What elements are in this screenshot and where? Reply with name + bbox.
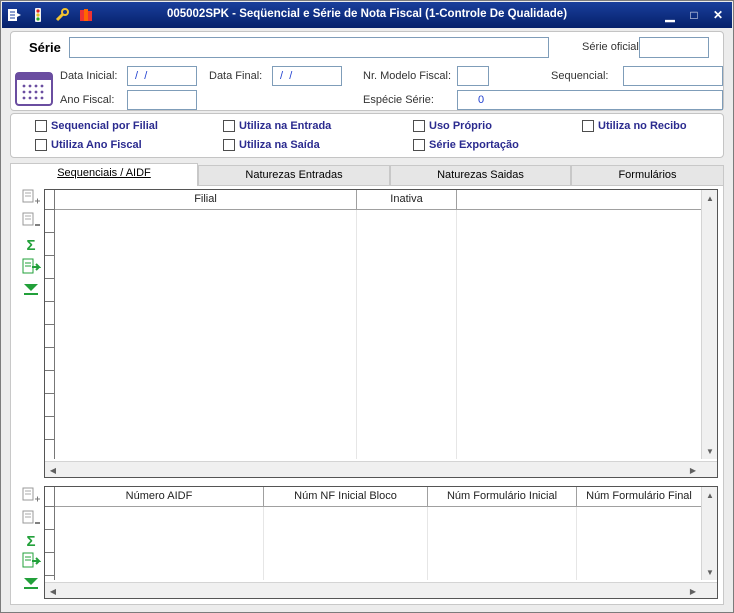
add-row-icon[interactable] [21,486,41,504]
nr-modelo-input[interactable] [457,66,489,86]
utiliza-no-recibo-label: Utiliza no Recibo [598,120,687,132]
column-header-formulario-final[interactable]: Núm Formulário Final [577,487,701,507]
scroll-down-icon[interactable]: ▼ [702,564,718,580]
minimize-icon[interactable]: ▁ [662,8,678,22]
checkbox-box[interactable] [35,120,47,132]
serie-exportacao-checkbox[interactable]: Série Exportação [413,139,519,151]
grid-aidf: Número AIDF Núm NF Inicial Bloco Núm For… [44,486,718,599]
vertical-scrollbar[interactable]: ▲ ▼ [701,487,717,580]
main-window: 005002SPK - Seqüencial e Série de Nota F… [0,0,734,613]
row-indicator-column [45,487,55,580]
tab-bar: Sequenciais / AIDF Naturezas Entradas Na… [10,163,724,186]
column-header-inativa[interactable]: Inativa [357,190,457,210]
checkbox-box[interactable] [35,139,47,151]
ano-fiscal-label: Ano Fiscal: [60,94,115,106]
column-header-filial[interactable]: Filial [55,190,357,210]
sequencial-input[interactable] [623,66,723,86]
grid-filial: Filial Inativa ▲ ▼ ◀ ▶ [44,189,718,478]
download-icon[interactable] [21,574,41,592]
sequencial-por-filial-label: Sequencial por Filial [51,120,158,132]
close-icon[interactable]: ✕ [710,8,726,22]
column-divider [427,507,428,580]
sequencial-por-filial-checkbox[interactable]: Sequencial por Filial [35,120,158,132]
checkbox-box[interactable] [413,139,425,151]
options-group: Sequencial por Filial Utiliza na Entrada… [10,113,724,158]
serie-oficial-input[interactable] [639,37,709,58]
export-icon[interactable] [21,258,41,276]
download-icon[interactable] [21,280,41,298]
tab-naturezas-entradas[interactable]: Naturezas Entradas [198,165,390,185]
serie-exportacao-label: Série Exportação [429,139,519,151]
scroll-left-icon[interactable]: ◀ [45,583,61,599]
header-group: Série Série oficial Data Inicial: Data F… [10,31,724,111]
scroll-left-icon[interactable]: ◀ [45,462,61,478]
checkbox-box[interactable] [223,139,235,151]
sum-icon[interactable]: Σ [21,236,41,254]
uso-proprio-label: Uso Próprio [429,120,492,132]
utiliza-na-saida-label: Utiliza na Saída [239,139,320,151]
nr-modelo-label: Nr. Modelo Fiscal: [363,70,452,82]
column-header-formulario-inicial[interactable]: Núm Formulário Inicial [428,487,577,507]
remove-row-icon[interactable] [21,211,41,229]
column-header-numero-aidf[interactable]: Número AIDF [55,487,264,507]
column-divider [356,210,357,459]
especie-input[interactable] [457,90,723,110]
calendar-icon [15,72,53,106]
serie-label: Série [29,40,61,55]
utiliza-ano-fiscal-checkbox[interactable]: Utiliza Ano Fiscal [35,139,142,151]
add-row-icon[interactable] [21,188,41,206]
remove-row-icon[interactable] [21,509,41,527]
tab-panel: Σ Filial Inativa ▲ ▼ ◀ ▶ Σ Número AIDF N… [10,185,724,605]
checkbox-box[interactable] [413,120,425,132]
checkbox-box[interactable] [223,120,235,132]
column-divider [576,507,577,580]
tab-formularios[interactable]: Formulários [571,165,724,185]
maximize-icon[interactable]: □ [686,8,702,22]
utiliza-na-entrada-checkbox[interactable]: Utiliza na Entrada [223,120,331,132]
books-icon[interactable] [78,7,94,23]
sequencial-label: Sequencial: [551,70,609,82]
export-icon[interactable] [21,552,41,570]
column-header-filler [457,190,701,210]
data-inicial-label: Data Inicial: [60,70,118,82]
utiliza-na-saida-checkbox[interactable]: Utiliza na Saída [223,139,320,151]
horizontal-scrollbar[interactable]: ◀ ▶ [45,461,717,477]
serie-oficial-label: Série oficial [582,41,639,53]
scroll-right-icon[interactable]: ▶ [685,583,701,599]
utiliza-no-recibo-checkbox[interactable]: Utiliza no Recibo [582,120,687,132]
data-final-input[interactable] [272,66,342,86]
title-bar: 005002SPK - Seqüencial e Série de Nota F… [2,2,732,28]
data-inicial-input[interactable] [127,66,197,86]
vertical-scrollbar[interactable]: ▲ ▼ [701,190,717,459]
wrench-icon[interactable] [54,7,70,23]
scroll-down-icon[interactable]: ▼ [702,443,718,459]
sum-icon[interactable]: Σ [21,532,41,550]
row-indicator-column [45,190,55,459]
checkbox-box[interactable] [582,120,594,132]
menu-icon[interactable] [6,7,22,23]
column-header-nf-inicial-bloco[interactable]: Núm NF Inicial Bloco [264,487,428,507]
serie-input[interactable] [69,37,549,58]
window-title: 005002SPK - Seqüencial e Série de Nota F… [166,8,568,20]
utiliza-ano-fiscal-label: Utiliza Ano Fiscal [51,139,142,151]
especie-label: Espécie Série: [363,94,434,106]
column-divider [263,507,264,580]
scroll-up-icon[interactable]: ▲ [702,190,718,206]
horizontal-scrollbar[interactable]: ◀ ▶ [45,582,717,598]
column-divider [456,210,457,459]
traffic-light-icon[interactable] [30,7,46,23]
data-final-label: Data Final: [209,70,263,82]
scroll-up-icon[interactable]: ▲ [702,487,718,503]
tab-sequenciais-aidf[interactable]: Sequenciais / AIDF [10,163,198,186]
ano-fiscal-input[interactable] [127,90,197,110]
tab-naturezas-saidas[interactable]: Naturezas Saidas [390,165,571,185]
scroll-right-icon[interactable]: ▶ [685,462,701,478]
utiliza-na-entrada-label: Utiliza na Entrada [239,120,332,132]
uso-proprio-checkbox[interactable]: Uso Próprio [413,120,492,132]
